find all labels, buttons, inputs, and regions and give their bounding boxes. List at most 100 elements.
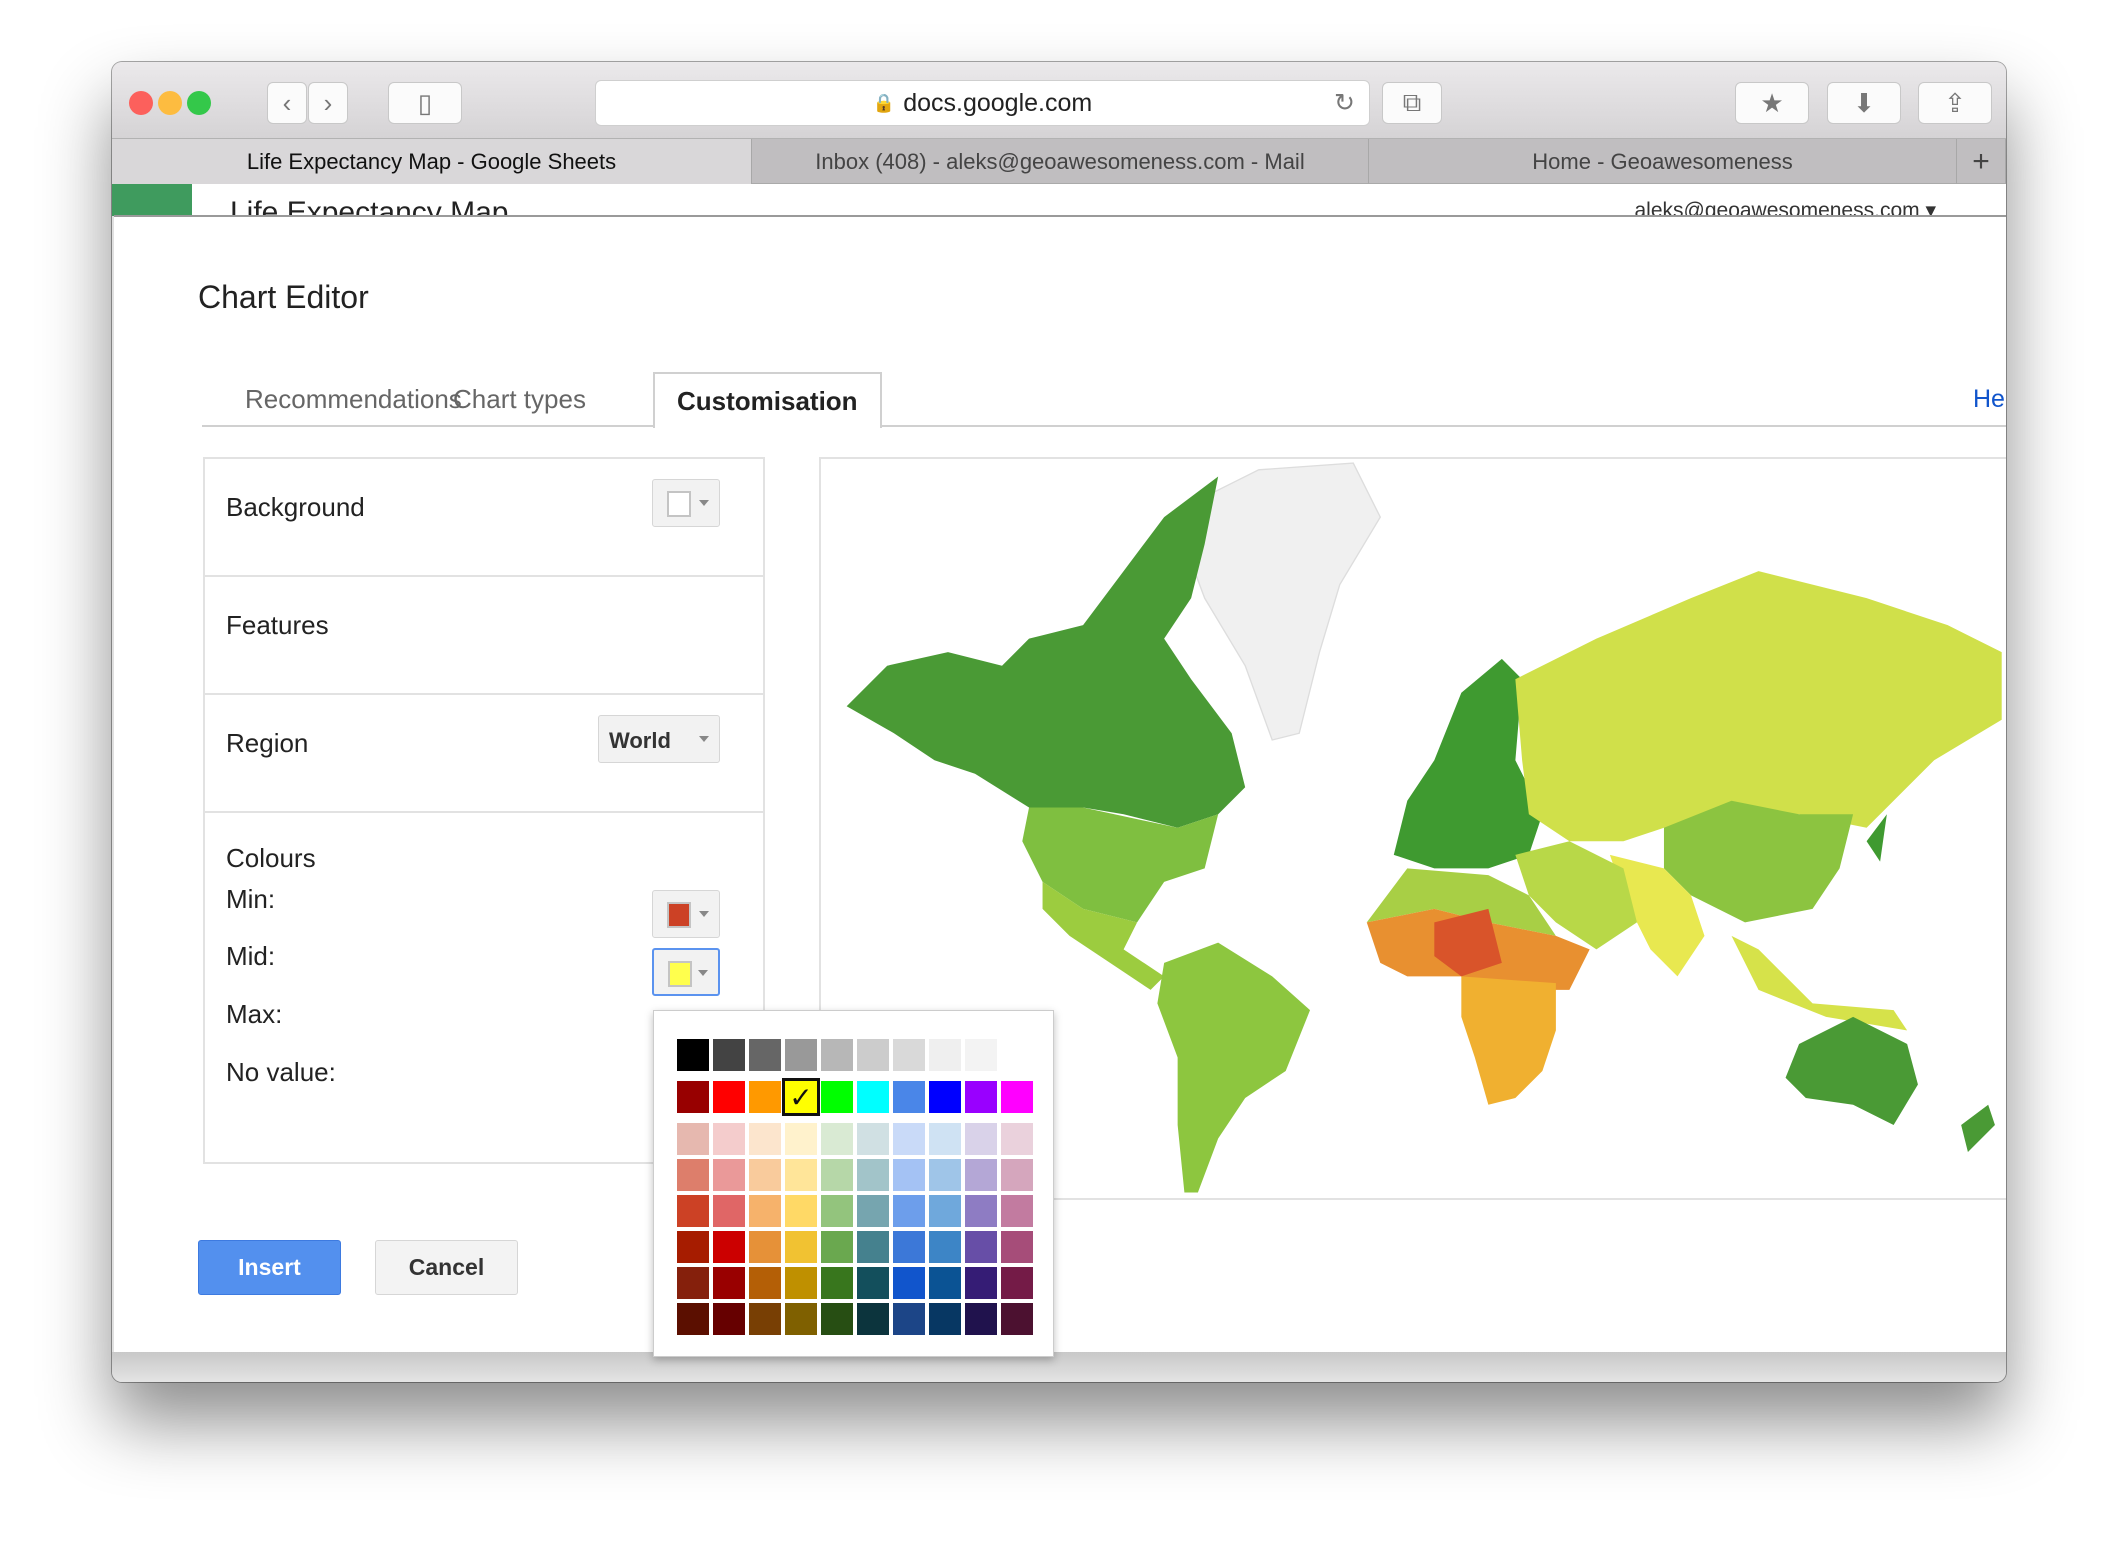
address-bar[interactable]: 🔒 docs.google.com ↻ xyxy=(595,80,1370,126)
color-swatch[interactable] xyxy=(749,1267,781,1299)
sidebar-icon[interactable]: ▯ xyxy=(388,82,462,124)
color-swatch[interactable] xyxy=(821,1123,853,1155)
color-swatch[interactable] xyxy=(929,1123,961,1155)
color-swatch[interactable] xyxy=(677,1081,709,1113)
color-swatch[interactable] xyxy=(677,1303,709,1335)
back-icon[interactable]: ‹ xyxy=(267,82,307,124)
share-icon[interactable]: ⇪ xyxy=(1918,82,1992,124)
color-swatch[interactable] xyxy=(821,1195,853,1227)
color-swatch[interactable] xyxy=(965,1081,997,1113)
color-swatch[interactable] xyxy=(1001,1081,1033,1113)
color-swatch[interactable] xyxy=(1001,1231,1033,1263)
zoom-window-button[interactable] xyxy=(187,91,211,115)
color-swatch[interactable] xyxy=(929,1081,961,1113)
region-dropdown[interactable]: World xyxy=(598,715,720,763)
color-swatch[interactable] xyxy=(749,1195,781,1227)
color-swatch[interactable] xyxy=(677,1231,709,1263)
mid-color-button[interactable] xyxy=(652,948,720,996)
close-window-button[interactable] xyxy=(129,91,153,115)
color-swatch[interactable] xyxy=(965,1195,997,1227)
color-swatch[interactable] xyxy=(857,1123,889,1155)
color-swatch[interactable] xyxy=(965,1123,997,1155)
color-swatch[interactable] xyxy=(1001,1195,1033,1227)
reload-icon[interactable]: ↻ xyxy=(1334,88,1355,118)
color-swatch[interactable] xyxy=(785,1195,817,1227)
color-swatch[interactable] xyxy=(713,1195,745,1227)
minimize-window-button[interactable] xyxy=(158,91,182,115)
color-swatch[interactable] xyxy=(677,1159,709,1191)
color-swatch[interactable] xyxy=(677,1195,709,1227)
color-swatch[interactable] xyxy=(785,1123,817,1155)
tab-customisation[interactable]: Customisation xyxy=(653,372,882,428)
color-swatch[interactable] xyxy=(785,1039,817,1071)
color-swatch[interactable] xyxy=(749,1123,781,1155)
min-color-button[interactable] xyxy=(652,890,720,938)
sheet-title[interactable]: Life Expectancy Map xyxy=(230,196,508,216)
color-swatch[interactable] xyxy=(1001,1039,1033,1071)
color-swatch[interactable] xyxy=(1001,1123,1033,1155)
color-swatch[interactable] xyxy=(929,1039,961,1071)
color-swatch[interactable] xyxy=(893,1231,925,1263)
color-swatch[interactable] xyxy=(929,1231,961,1263)
tab-geoawesomeness[interactable]: Home - Geoawesomeness xyxy=(1369,139,1957,184)
color-swatch[interactable] xyxy=(893,1123,925,1155)
color-swatch[interactable] xyxy=(857,1039,889,1071)
color-swatch[interactable] xyxy=(893,1195,925,1227)
color-swatch[interactable] xyxy=(857,1231,889,1263)
color-swatch[interactable] xyxy=(713,1159,745,1191)
color-swatch[interactable] xyxy=(677,1123,709,1155)
color-swatch[interactable] xyxy=(749,1231,781,1263)
color-swatch[interactable] xyxy=(785,1231,817,1263)
color-swatch[interactable] xyxy=(1001,1267,1033,1299)
color-swatch[interactable] xyxy=(965,1039,997,1071)
tab-chart-types[interactable]: Chart types xyxy=(453,372,586,426)
color-swatch[interactable] xyxy=(785,1303,817,1335)
color-swatch[interactable] xyxy=(749,1081,781,1113)
color-swatch[interactable] xyxy=(929,1267,961,1299)
color-swatch[interactable] xyxy=(1001,1159,1033,1191)
color-swatch[interactable] xyxy=(893,1081,925,1113)
color-swatch[interactable] xyxy=(929,1195,961,1227)
features-section[interactable]: Features xyxy=(205,577,763,695)
color-swatch[interactable] xyxy=(821,1039,853,1071)
color-swatch[interactable] xyxy=(821,1159,853,1191)
color-swatch[interactable] xyxy=(821,1303,853,1335)
bookmark-star-icon[interactable]: ★ xyxy=(1735,82,1809,124)
tab-recommendations[interactable]: Recommendations xyxy=(245,372,462,426)
color-swatch[interactable] xyxy=(821,1267,853,1299)
color-swatch[interactable] xyxy=(893,1159,925,1191)
download-icon[interactable]: ⬇ xyxy=(1827,82,1901,124)
color-swatch[interactable] xyxy=(929,1303,961,1335)
color-swatch[interactable] xyxy=(965,1267,997,1299)
color-swatch[interactable] xyxy=(713,1267,745,1299)
color-swatch[interactable] xyxy=(893,1039,925,1071)
color-swatch[interactable] xyxy=(857,1267,889,1299)
insert-button[interactable]: Insert xyxy=(198,1240,341,1295)
new-tab-button[interactable]: + xyxy=(1957,139,2006,184)
color-swatch[interactable] xyxy=(785,1267,817,1299)
color-swatch-selected[interactable]: ✓ xyxy=(782,1078,820,1116)
color-swatch[interactable] xyxy=(965,1159,997,1191)
color-swatch[interactable] xyxy=(1001,1303,1033,1335)
color-swatch[interactable] xyxy=(713,1123,745,1155)
color-swatch[interactable] xyxy=(677,1267,709,1299)
color-swatch[interactable] xyxy=(749,1039,781,1071)
color-swatch[interactable] xyxy=(749,1159,781,1191)
color-swatch[interactable] xyxy=(929,1159,961,1191)
color-swatch[interactable] xyxy=(965,1303,997,1335)
account-menu[interactable]: aleks@geoawesomeness.com ▾ xyxy=(1635,198,1937,216)
color-swatch[interactable] xyxy=(893,1267,925,1299)
tabs-overview-icon[interactable]: ⧉ xyxy=(1382,82,1442,124)
color-swatch[interactable] xyxy=(749,1303,781,1335)
color-swatch[interactable] xyxy=(857,1195,889,1227)
cancel-button[interactable]: Cancel xyxy=(375,1240,518,1295)
tab-sheets[interactable]: Life Expectancy Map - Google Sheets xyxy=(112,139,752,184)
color-swatch[interactable] xyxy=(785,1159,817,1191)
color-swatch[interactable] xyxy=(965,1231,997,1263)
color-swatch[interactable] xyxy=(713,1303,745,1335)
color-swatch[interactable] xyxy=(713,1231,745,1263)
color-swatch[interactable] xyxy=(713,1081,745,1113)
color-swatch[interactable] xyxy=(713,1039,745,1071)
forward-icon[interactable]: › xyxy=(308,82,348,124)
color-swatch[interactable] xyxy=(893,1303,925,1335)
